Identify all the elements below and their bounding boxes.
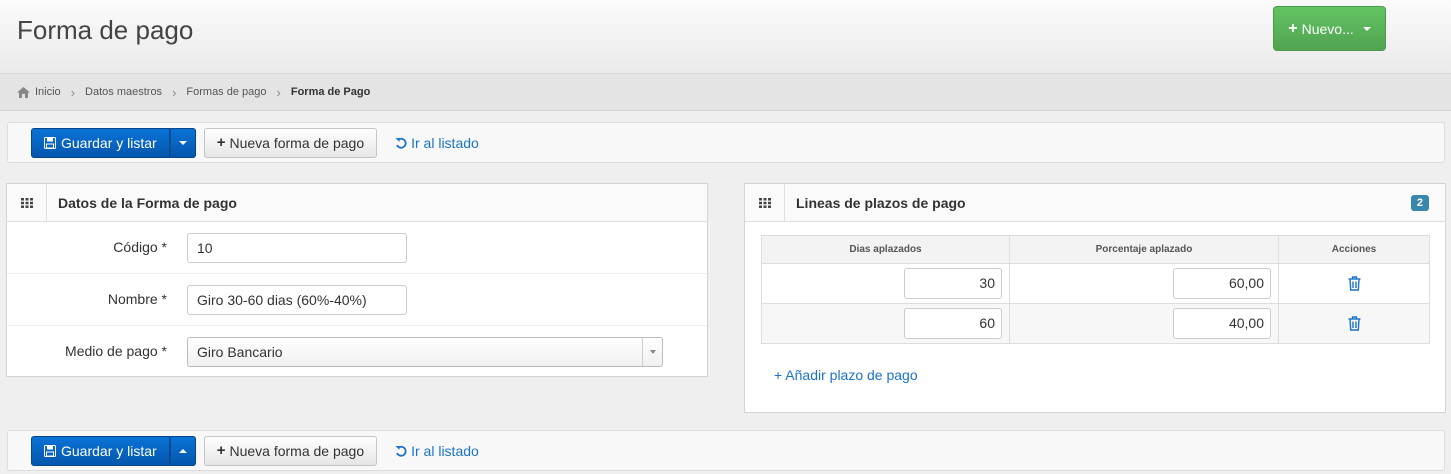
- nombre-label: Nombre *: [107, 291, 167, 307]
- caret-down-icon: [1362, 26, 1371, 31]
- plus-icon: +: [216, 134, 226, 151]
- plazos-panel: Lineas de plazos de pago 2 Dias aplazado…: [744, 183, 1446, 413]
- new-payment-label: Nueva forma de pago: [229, 134, 365, 151]
- save-list-button[interactable]: Guardar y listar: [31, 127, 170, 158]
- dias-input[interactable]: 60: [904, 308, 1002, 339]
- chevron-right-icon: ›: [70, 84, 76, 100]
- porcentaje-cell: 60,00: [1009, 263, 1279, 304]
- caret-up-icon: [178, 448, 187, 453]
- trash-icon: [1348, 276, 1360, 291]
- medio-label: Medio de pago *: [65, 343, 167, 359]
- nombre-row: Nombre * Giro 30-60 dias (60%-40%): [7, 274, 707, 326]
- select-arrow: [642, 338, 662, 366]
- go-list-link[interactable]: Ir al listado: [395, 135, 479, 151]
- save-list-button[interactable]: Guardar y listar: [31, 435, 170, 466]
- plus-icon: +: [1288, 19, 1298, 37]
- table-header-row: Dias aplazados Porcentaje aplazado Accio…: [761, 235, 1430, 264]
- save-list-label: Guardar y listar: [61, 442, 157, 459]
- add-plazo-link[interactable]: + Añadir plazo de pago: [774, 367, 918, 383]
- save-options-toggle[interactable]: [169, 435, 196, 466]
- grid-icon-cell: [7, 183, 47, 222]
- home-icon: [17, 86, 30, 98]
- new-payment-button[interactable]: + Nueva forma de pago: [203, 435, 378, 466]
- bottom-action-bar: Guardar y listar + Nueva forma de pago I…: [7, 430, 1445, 471]
- codigo-field[interactable]: 10: [187, 233, 407, 263]
- codigo-label: Código *: [113, 239, 167, 255]
- breadcrumb-current: Forma de Pago: [290, 86, 371, 98]
- save-options-toggle[interactable]: [169, 127, 196, 158]
- datos-panel: Datos de la Forma de pago Código * 10 No…: [6, 183, 708, 377]
- top-action-bar: Guardar y listar + Nueva forma de pago I…: [7, 122, 1445, 163]
- column-header-porcentaje: Porcentaje aplazado: [1009, 235, 1279, 264]
- nombre-field[interactable]: Giro 30-60 dias (60%-40%): [187, 285, 407, 315]
- datos-panel-header: Datos de la Forma de pago: [7, 183, 707, 222]
- new-dropdown-button[interactable]: + Nuevo...: [1273, 6, 1386, 51]
- plazos-panel-header: Lineas de plazos de pago 2: [745, 183, 1445, 222]
- floppy-icon: [44, 444, 56, 457]
- porcentaje-cell: 40,00: [1009, 303, 1279, 344]
- breadcrumb-label: Inicio: [35, 86, 61, 98]
- porcentaje-input[interactable]: 40,00: [1173, 308, 1271, 339]
- dias-cell: 60: [761, 303, 1010, 344]
- dias-input[interactable]: 30: [904, 268, 1002, 299]
- grid-icon: [758, 197, 771, 208]
- plus-icon: +: [216, 442, 226, 459]
- go-list-label: Ir al listado: [411, 134, 479, 151]
- go-list-label: Ir al listado: [411, 442, 479, 459]
- chevron-right-icon: ›: [172, 84, 177, 100]
- medio-pago-select[interactable]: Giro Bancario: [187, 337, 663, 367]
- save-button-group: Guardar y listar: [31, 435, 196, 466]
- porcentaje-input[interactable]: 60,00: [1173, 268, 1271, 299]
- acciones-cell: [1278, 303, 1430, 344]
- plazos-panel-title: Lineas de plazos de pago: [796, 194, 966, 211]
- datos-panel-title: Datos de la Forma de pago: [58, 194, 237, 211]
- acciones-cell: [1278, 263, 1430, 304]
- go-list-link[interactable]: Ir al listado: [395, 443, 479, 459]
- table-row: 30 60,00: [761, 263, 1430, 304]
- page-title: Forma de pago: [17, 15, 194, 45]
- caret-down-icon: [649, 350, 656, 354]
- plazos-table: Dias aplazados Porcentaje aplazado Accio…: [761, 235, 1430, 344]
- delete-row-button[interactable]: [1279, 304, 1429, 343]
- grid-icon-cell: [745, 183, 785, 222]
- page-header: Forma de pago + Nuevo...: [0, 0, 1451, 74]
- column-header-acciones: Acciones: [1278, 235, 1430, 264]
- new-payment-label: Nueva forma de pago: [229, 442, 365, 459]
- breadcrumb: Inicio › Datos maestros › Formas de pago…: [0, 74, 1451, 111]
- breadcrumb-datos-maestros[interactable]: Datos maestros: [85, 86, 162, 98]
- caret-down-icon: [178, 140, 187, 145]
- new-button-label: Nuevo...: [1301, 20, 1354, 37]
- delete-row-button[interactable]: [1279, 264, 1429, 303]
- save-button-group: Guardar y listar: [31, 127, 196, 158]
- new-payment-button[interactable]: + Nueva forma de pago: [203, 127, 378, 158]
- count-badge: 2: [1410, 195, 1429, 211]
- dias-cell: 30: [761, 263, 1010, 304]
- column-header-dias: Dias aplazados: [761, 235, 1010, 264]
- floppy-icon: [44, 136, 56, 149]
- medio-pago-value: Giro Bancario: [197, 344, 283, 360]
- codigo-row: Código * 10: [7, 222, 707, 274]
- breadcrumb-formas-de-pago[interactable]: Formas de pago: [186, 86, 266, 98]
- breadcrumb-home[interactable]: Inicio: [17, 86, 61, 98]
- table-row: 60 40,00: [761, 303, 1430, 344]
- undo-icon: [395, 137, 407, 149]
- chevron-right-icon: ›: [276, 84, 281, 100]
- save-list-label: Guardar y listar: [61, 134, 157, 151]
- medio-row: Medio de pago * Giro Bancario: [7, 326, 707, 378]
- undo-icon: [395, 445, 407, 457]
- trash-icon: [1348, 316, 1360, 331]
- grid-icon: [20, 197, 33, 208]
